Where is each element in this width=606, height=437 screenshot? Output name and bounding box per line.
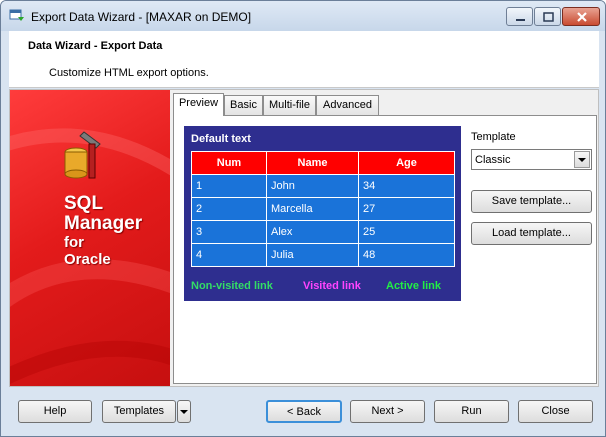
banner-line-sql: SQL: [64, 193, 104, 214]
table-cell: Julia: [266, 243, 359, 267]
chevron-down-icon: [180, 410, 188, 414]
template-label: Template: [471, 131, 516, 143]
wizard-body: SQL Manager for Oracle Preview Basic Mul…: [9, 89, 599, 387]
next-button[interactable]: Next >: [350, 400, 425, 423]
template-selected-value: Classic: [475, 154, 511, 166]
preview-header-row: Num Name Age: [191, 151, 455, 175]
preview-header-age: Age: [358, 151, 455, 175]
template-select[interactable]: Classic: [471, 149, 592, 170]
run-button[interactable]: Run: [434, 400, 509, 423]
table-cell: Marcella: [266, 197, 359, 221]
table-cell: 3: [191, 220, 267, 244]
back-button[interactable]: < Back: [266, 400, 342, 423]
tab-preview-label: Preview: [178, 97, 219, 109]
active-link-sample: Active link: [386, 280, 442, 292]
preview-table: Num Name Age 1 John 34 2 Marcella 27 3 A…: [191, 151, 455, 267]
help-button[interactable]: Help: [18, 400, 92, 423]
chevron-down-icon[interactable]: [574, 151, 590, 168]
table-cell: Alex: [266, 220, 359, 244]
preview-default-text: Default text: [191, 133, 251, 145]
templates-button[interactable]: Templates: [102, 400, 176, 423]
wizard-header: Data Wizard - Export Data Customize HTML…: [9, 31, 599, 88]
maximize-button[interactable]: [534, 7, 561, 26]
load-template-button[interactable]: Load template...: [471, 222, 592, 245]
table-cell: 34: [358, 174, 455, 198]
database-tools-icon: [64, 131, 101, 179]
banner-line-for: for: [64, 234, 84, 251]
tab-multi-file[interactable]: Multi-file: [263, 95, 316, 115]
templates-dropdown-button[interactable]: [177, 400, 191, 423]
banner-line-manager: Manager: [64, 213, 143, 234]
preview-header-num: Num: [191, 151, 267, 175]
close-button[interactable]: Close: [518, 400, 593, 423]
table-cell: 2: [191, 197, 267, 221]
visited-link-sample: Visited link: [303, 280, 361, 292]
html-preview: Default text Num Name Age 1 John 34 2 Ma: [184, 126, 461, 301]
tab-preview[interactable]: Preview: [173, 93, 224, 116]
tab-basic-label: Basic: [230, 99, 257, 111]
banner-line-oracle: Oracle: [64, 251, 111, 268]
table-row: 4 Julia 48: [191, 243, 455, 267]
page-subtitle: Customize HTML export options.: [49, 67, 209, 79]
export-wizard-window: Export Data Wizard - [MAXAR on DEMO] Dat…: [0, 0, 606, 437]
app-window-icon: [9, 9, 25, 23]
non-visited-link-sample: Non-visited link: [191, 280, 273, 292]
table-cell: John: [266, 174, 359, 198]
table-cell: 48: [358, 243, 455, 267]
preview-tab-page: Default text Num Name Age 1 John 34 2 Ma: [173, 115, 597, 384]
title-bar: Export Data Wizard - [MAXAR on DEMO]: [1, 1, 605, 31]
tab-basic[interactable]: Basic: [224, 95, 263, 115]
table-cell: 1: [191, 174, 267, 198]
window-title: Export Data Wizard - [MAXAR on DEMO]: [31, 10, 252, 24]
tab-multi-file-label: Multi-file: [269, 99, 310, 111]
table-row: 2 Marcella 27: [191, 197, 455, 221]
tab-advanced-label: Advanced: [323, 99, 372, 111]
table-cell: 4: [191, 243, 267, 267]
tab-advanced[interactable]: Advanced: [316, 95, 379, 115]
table-row: 1 John 34: [191, 174, 455, 198]
save-template-button[interactable]: Save template...: [471, 190, 592, 213]
table-row: 3 Alex 25: [191, 220, 455, 244]
preview-header-name: Name: [266, 151, 359, 175]
table-cell: 27: [358, 197, 455, 221]
minimize-button[interactable]: [506, 7, 533, 26]
product-banner: SQL Manager for Oracle: [10, 90, 170, 386]
table-cell: 25: [358, 220, 455, 244]
page-title: Data Wizard - Export Data: [28, 40, 163, 52]
close-window-button[interactable]: [562, 7, 600, 26]
product-name: SQL Manager for Oracle: [64, 193, 143, 269]
